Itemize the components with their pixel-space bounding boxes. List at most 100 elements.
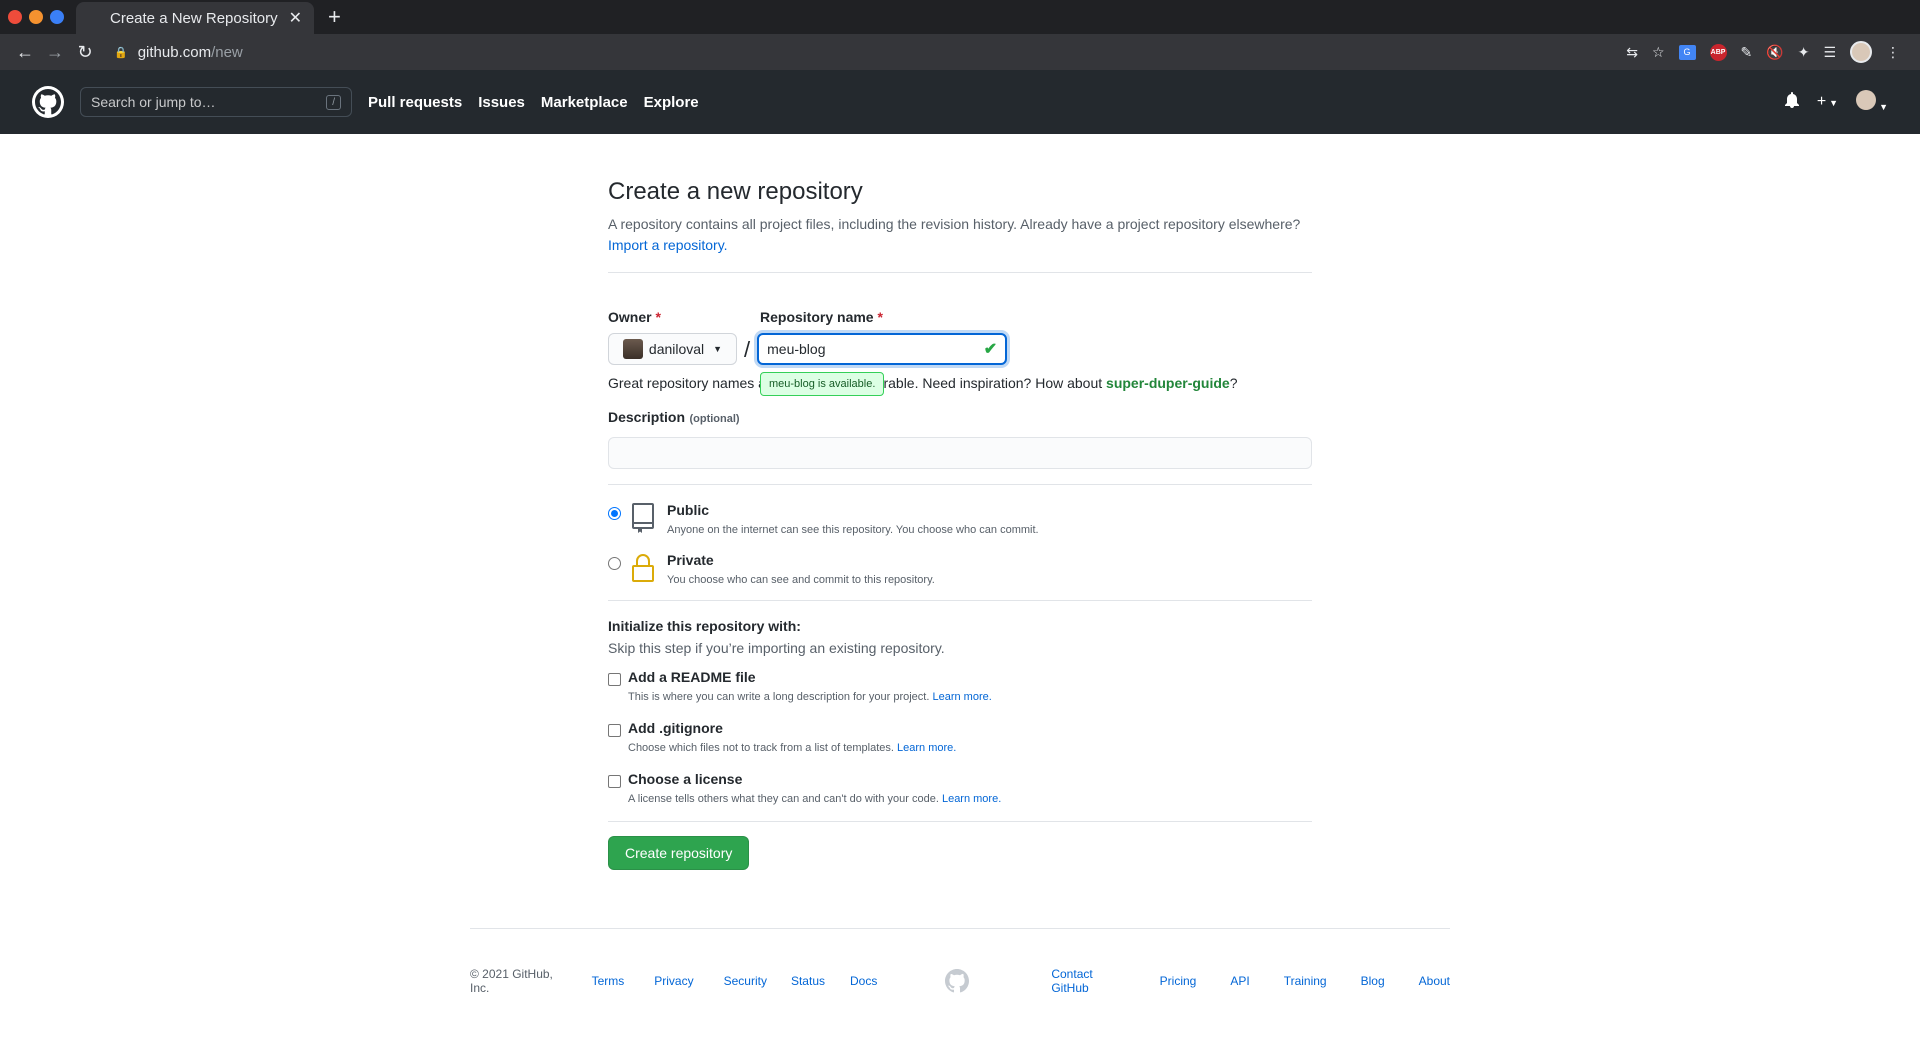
minimize-window-icon[interactable] xyxy=(29,10,43,24)
owner-repo-separator: / xyxy=(744,337,751,362)
header-nav: Pull requests Issues Marketplace Explore xyxy=(368,94,699,111)
footer-link-pricing[interactable]: Pricing xyxy=(1160,974,1197,988)
footer-link-training[interactable]: Training xyxy=(1284,974,1327,988)
repo-name-label: Repository name * xyxy=(760,309,883,325)
lock-icon: 🔒 xyxy=(114,46,128,59)
repo-book-icon xyxy=(631,502,655,534)
footer-link-api[interactable]: API xyxy=(1230,974,1249,988)
license-description: A license tells others what they can and… xyxy=(628,793,1001,805)
gitignore-checkbox[interactable] xyxy=(608,724,621,737)
license-learn-more-link[interactable]: Learn more. xyxy=(942,793,1001,805)
back-icon[interactable]: ← xyxy=(10,37,40,67)
google-translate-extension-icon[interactable]: G xyxy=(1678,44,1696,60)
import-repository-link[interactable]: Import a repository. xyxy=(608,237,728,253)
close-window-icon[interactable] xyxy=(8,10,22,24)
bookmark-star-icon[interactable]: ☆ xyxy=(1652,44,1665,61)
readme-option[interactable]: Add a README file This is where you can … xyxy=(608,669,1312,703)
readme-title: Add a README file xyxy=(628,669,756,685)
description-label-text: Description xyxy=(608,409,686,425)
required-marker: * xyxy=(655,309,661,325)
availability-tooltip: meu-blog is available. xyxy=(760,372,885,396)
tab-title: Create a New Repository xyxy=(110,9,278,27)
translate-icon[interactable]: ⇆ xyxy=(1626,44,1638,61)
repo-name-hint: Great repository names are short and mem… xyxy=(608,375,1312,391)
url-bar[interactable]: 🔒 github.com/new xyxy=(114,44,1626,61)
footer-link-contact[interactable]: Contact GitHub xyxy=(1051,967,1125,995)
footer-link-status[interactable]: Status xyxy=(791,974,825,988)
suggested-name-link[interactable]: super-duper-guide xyxy=(1106,375,1230,391)
new-repository-form: Create a new repository A repository con… xyxy=(608,172,1312,870)
reload-icon[interactable]: ↻ xyxy=(70,37,100,67)
license-desc-text: A license tells others what they can and… xyxy=(628,793,939,805)
gitignore-learn-more-link[interactable]: Learn more. xyxy=(897,742,956,754)
create-repository-button[interactable]: Create repository xyxy=(608,836,750,870)
license-title: Choose a license xyxy=(628,771,743,787)
search-placeholder: Search or jump to… xyxy=(91,94,216,110)
visibility-public-option[interactable]: Public Anyone on the internet can see th… xyxy=(608,502,1312,536)
nav-marketplace[interactable]: Marketplace xyxy=(541,94,628,111)
nav-pull-requests[interactable]: Pull requests xyxy=(368,94,462,111)
forward-icon[interactable]: → xyxy=(40,37,70,67)
optional-marker: (optional) xyxy=(689,413,740,425)
extension-icon[interactable]: ✎ xyxy=(1741,44,1753,61)
puzzle-extensions-icon[interactable]: ✦ xyxy=(1798,44,1810,61)
reading-list-icon[interactable]: ☰ xyxy=(1823,44,1836,61)
repository-name-input[interactable]: meu-blog ✔ xyxy=(757,333,1008,365)
divider xyxy=(608,484,1312,485)
readme-checkbox[interactable] xyxy=(608,673,621,686)
owner-avatar xyxy=(622,339,643,359)
footer-link-terms[interactable]: Terms xyxy=(592,974,625,988)
private-text: Private You choose who can see and commi… xyxy=(667,552,935,586)
github-logo-icon[interactable] xyxy=(32,86,64,118)
visibility-private-option[interactable]: Private You choose who can see and commi… xyxy=(608,552,1312,586)
adblock-plus-icon[interactable]: ABP xyxy=(1709,43,1727,61)
footer-link-security[interactable]: Security xyxy=(724,974,767,988)
extensions-area: ⇆ ☆ G ABP ✎ 🔇 ✦ ☰ ⋮ xyxy=(1626,41,1900,63)
init-subtitle: Skip this step if you’re importing an ex… xyxy=(608,640,945,656)
footer-link-docs[interactable]: Docs xyxy=(850,974,877,988)
private-radio[interactable] xyxy=(608,557,621,570)
url-host: github.com xyxy=(137,43,212,61)
gitignore-option[interactable]: Add .gitignore Choose which files not to… xyxy=(608,720,1312,754)
browser-tabbar: Create a New Repository ✕ + xyxy=(0,0,1920,34)
avatar xyxy=(1856,89,1877,110)
gitignore-text: Add .gitignore Choose which files not to… xyxy=(628,720,956,754)
divider xyxy=(608,821,1312,822)
description-label: Description (optional) xyxy=(608,409,1312,427)
mute-icon[interactable]: 🔇 xyxy=(1766,44,1783,61)
readme-text: Add a README file This is where you can … xyxy=(628,669,992,703)
search-input[interactable]: Search or jump to… / xyxy=(80,87,352,117)
footer-link-privacy[interactable]: Privacy xyxy=(654,974,693,988)
browser-tab[interactable]: Create a New Repository ✕ xyxy=(76,2,314,34)
chevron-down-icon: ▼ xyxy=(1829,98,1839,108)
owner-select[interactable]: daniloval ▼ xyxy=(608,333,737,365)
browser-menu-icon[interactable]: ⋮ xyxy=(1886,44,1900,61)
private-description: You choose who can see and commit to thi… xyxy=(667,574,935,586)
readme-learn-more-link[interactable]: Learn more. xyxy=(932,691,991,703)
new-tab-icon[interactable]: + xyxy=(328,4,341,30)
footer-link-blog[interactable]: Blog xyxy=(1361,974,1385,988)
owner-label: Owner * xyxy=(608,309,760,325)
window-controls xyxy=(8,10,64,24)
github-footer-logo-icon[interactable] xyxy=(945,969,970,993)
create-new-menu[interactable]: + ▼ xyxy=(1817,93,1838,111)
tab-close-icon[interactable]: ✕ xyxy=(289,8,302,28)
required-marker: * xyxy=(877,309,883,325)
license-text: Choose a license A license tells others … xyxy=(628,771,1001,805)
license-checkbox[interactable] xyxy=(608,775,621,788)
maximize-window-icon[interactable] xyxy=(50,10,64,24)
public-radio[interactable] xyxy=(608,507,621,520)
notifications-bell-icon[interactable] xyxy=(1784,91,1799,113)
private-title: Private xyxy=(667,552,714,568)
gitignore-desc-text: Choose which files not to track from a l… xyxy=(628,742,894,754)
readme-description: This is where you can write a long descr… xyxy=(628,691,992,703)
description-input[interactable] xyxy=(608,437,1312,469)
github-header: Search or jump to… / Pull requests Issue… xyxy=(0,70,1920,134)
footer-link-about[interactable]: About xyxy=(1419,974,1450,988)
user-menu[interactable]: ▼ xyxy=(1856,89,1888,115)
license-option[interactable]: Choose a license A license tells others … xyxy=(608,771,1312,805)
nav-issues[interactable]: Issues xyxy=(478,94,525,111)
browser-profile-avatar[interactable] xyxy=(1850,41,1872,63)
footer-row: © 2021 GitHub, Inc. Terms Privacy Securi… xyxy=(470,967,1450,995)
nav-explore[interactable]: Explore xyxy=(644,94,699,111)
